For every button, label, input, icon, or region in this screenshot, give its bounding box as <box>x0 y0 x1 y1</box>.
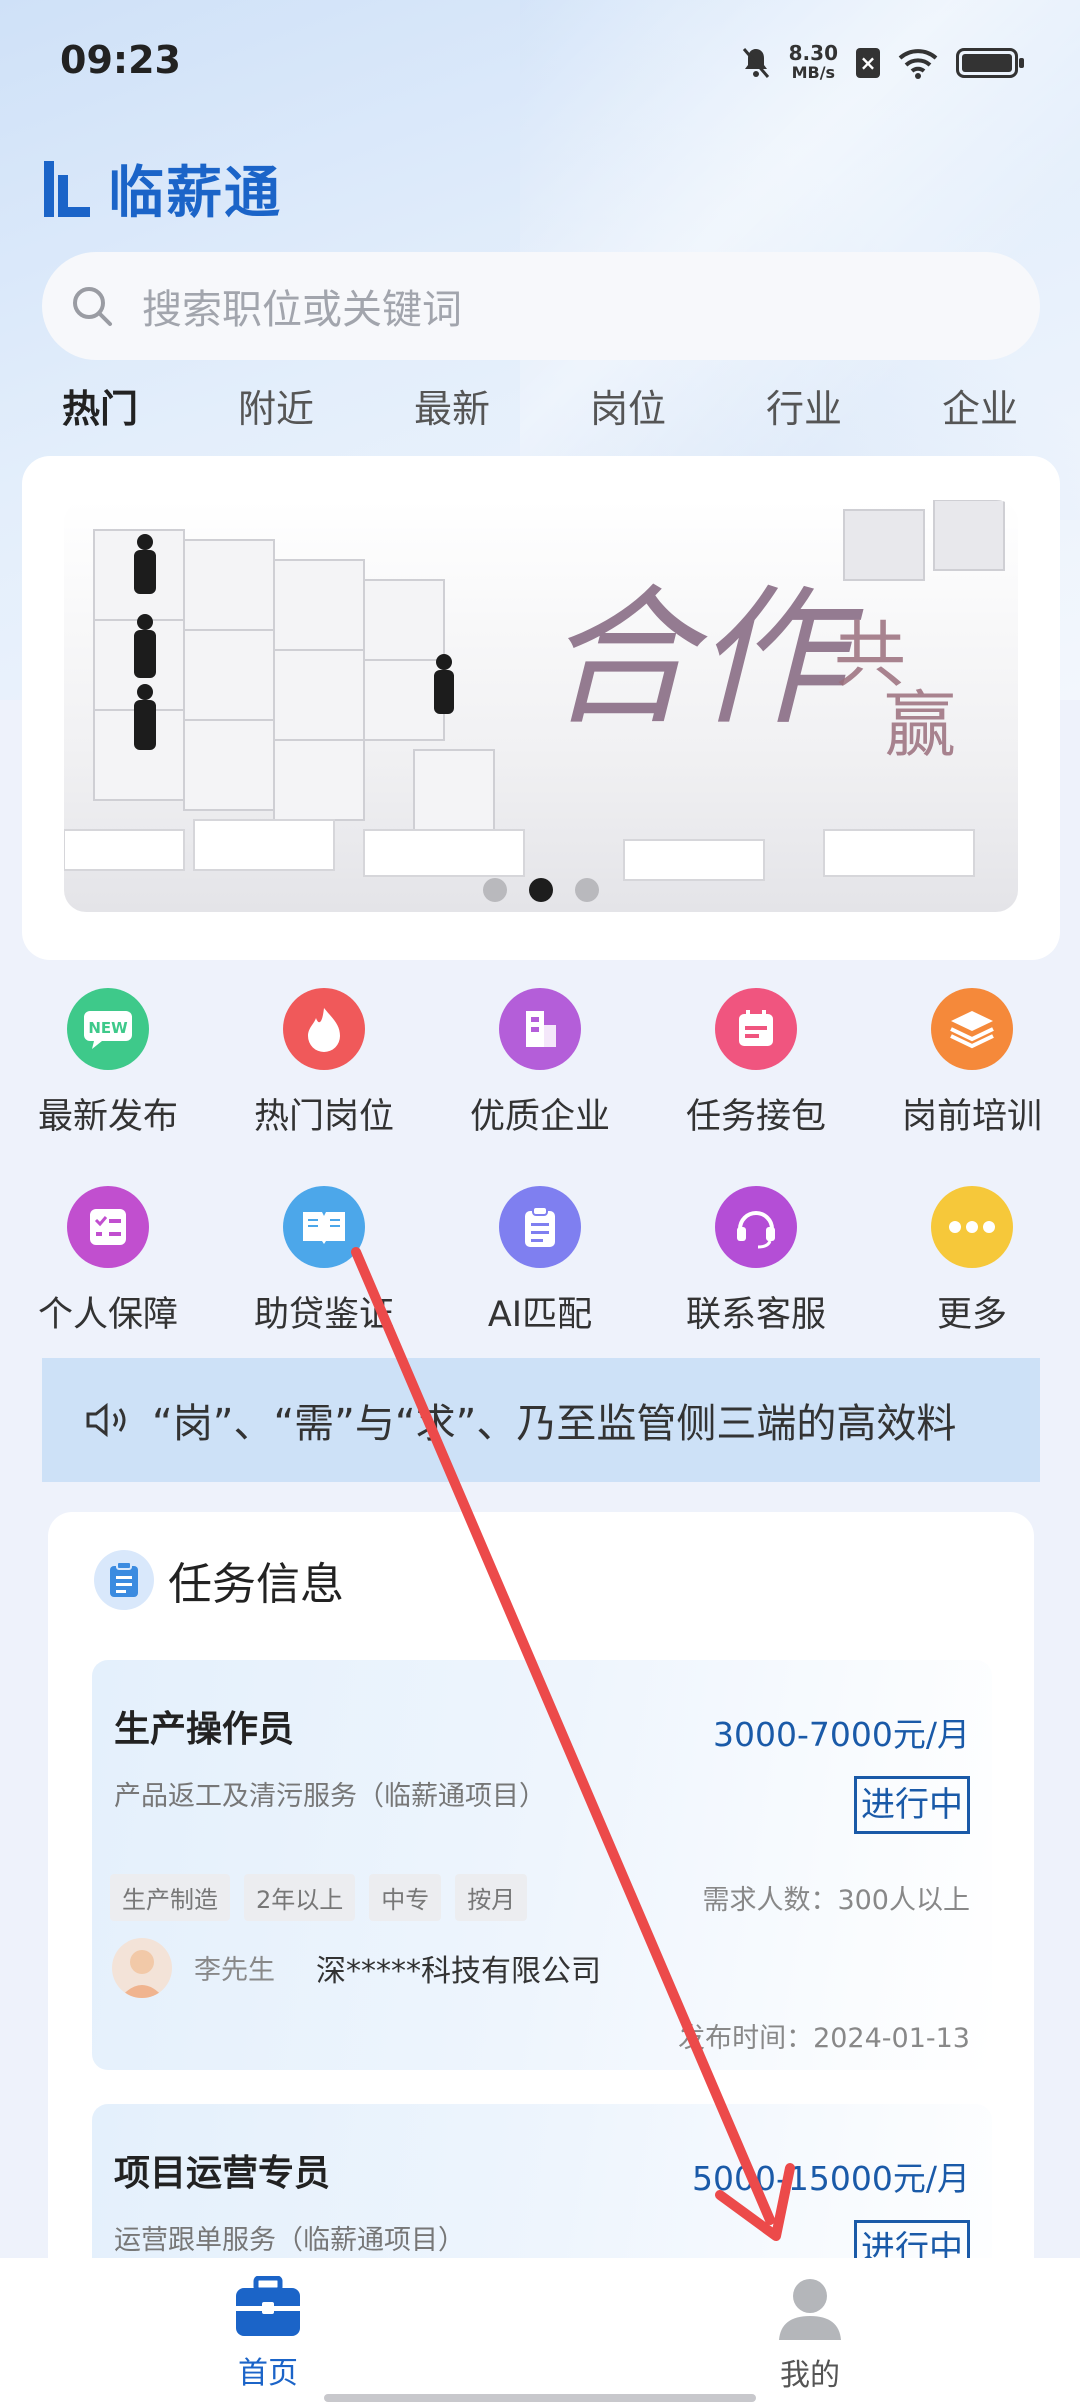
carousel-dot-active[interactable] <box>529 878 553 902</box>
menu-label: 助贷鉴证 <box>253 1295 394 1335</box>
svg-text:NEW: NEW <box>88 1019 128 1037</box>
status-time: 09:23 <box>60 38 181 82</box>
sim-off-icon: × <box>856 48 880 78</box>
menu-personal-protection[interactable]: 个人保障 <box>8 1186 208 1337</box>
job-subtitle: 运营跟单服务（临薪通项目） <box>114 2225 465 2256</box>
task-info-header: 任务信息 <box>94 1548 344 1612</box>
job-title: 生产操作员 <box>114 1709 295 1750</box>
puzzle-cooperation-illustration: 合作 共 赢 <box>64 500 1005 881</box>
tab-positions[interactable]: 岗位 <box>590 378 666 433</box>
home-indicator[interactable] <box>324 2394 756 2402</box>
status-bar: 09:23 8.30 MB/s × <box>0 0 1080 120</box>
menu-more[interactable]: 更多 <box>872 1186 1072 1337</box>
menu-label: 任务接包 <box>685 1097 826 1137</box>
job-publish-date: 发布时间：2024-01-13 <box>678 2023 970 2054</box>
notice-bar[interactable]: “岗”、“需”与“求”、乃至监管侧三端的高效料 <box>42 1358 1040 1482</box>
carousel-dots <box>64 878 1018 902</box>
nav-label: 首页 <box>238 2356 298 2391</box>
job-tag: 中专 <box>369 1874 442 1921</box>
speaker-icon <box>86 1402 126 1438</box>
carousel-dot[interactable] <box>483 878 507 902</box>
tab-industry[interactable]: 行业 <box>766 378 842 433</box>
banner-card: 合作 共 赢 <box>22 456 1060 960</box>
battery-icon <box>956 48 1024 78</box>
flame-icon <box>283 988 365 1070</box>
briefcase-icon <box>236 2275 300 2336</box>
job-tags: 生产制造 2年以上 中专 按月 <box>110 1874 528 1921</box>
svg-text:赢: 赢 <box>884 683 956 767</box>
job-tag: 2年以上 <box>244 1874 356 1921</box>
app-name: 临薪通 <box>108 161 282 226</box>
menu-label: 岗前培训 <box>901 1097 1042 1137</box>
job-card[interactable]: 生产操作员 3000-7000元/月 产品返工及清污服务（临薪通项目） 进行中 … <box>92 1660 992 2070</box>
tab-hot[interactable]: 热门 <box>62 378 138 433</box>
status-icons: 8.30 MB/s × <box>741 38 1024 88</box>
banner-carousel[interactable]: 合作 共 赢 <box>64 500 1018 912</box>
search-icon <box>73 287 112 326</box>
menu-latest-publish[interactable]: NEW 最新发布 <box>8 988 208 1139</box>
category-tabs: 热门 附近 最新 岗位 行业 企业 <box>0 378 1080 438</box>
tab-latest[interactable]: 最新 <box>414 378 490 433</box>
layers-icon <box>931 988 1013 1070</box>
menu-hot-positions[interactable]: 热门岗位 <box>224 988 424 1139</box>
menu-quality-companies[interactable]: 优质企业 <box>440 988 640 1139</box>
job-contact: 李先生 <box>194 1955 275 1986</box>
building-icon <box>499 988 581 1070</box>
job-company: 深*****科技有限公司 <box>316 1954 601 1989</box>
calendar-icon <box>715 988 797 1070</box>
nav-profile[interactable]: 我的 <box>730 2276 890 2394</box>
job-title: 项目运营专员 <box>114 2153 331 2194</box>
more-dots-icon <box>931 1186 1013 1268</box>
new-badge-icon: NEW <box>67 988 149 1070</box>
menu-label: AI匹配 <box>487 1295 593 1335</box>
nav-home[interactable]: 首页 <box>188 2275 348 2392</box>
tab-nearby[interactable]: 附近 <box>238 378 314 433</box>
tab-company[interactable]: 企业 <box>942 378 1018 433</box>
status-badge: 进行中 <box>854 1776 970 1834</box>
wifi-icon <box>898 49 938 79</box>
job-demand: 需求人数：300人以上 <box>702 1885 970 1916</box>
menu-label: 联系客服 <box>685 1295 826 1335</box>
avatar <box>112 1938 172 1998</box>
menu-label: 更多 <box>936 1295 1007 1335</box>
checklist-icon <box>67 1186 149 1268</box>
search-bar[interactable]: 搜索职位或关键词 <box>42 252 1040 360</box>
mute-icon <box>742 48 769 78</box>
notice-text: “岗”、“需”与“求”、乃至监管侧三端的高效料 <box>152 1401 957 1447</box>
job-salary: 5000-15000元/月 <box>692 2159 970 2198</box>
bottom-nav: 首页 我的 <box>0 2258 1080 2408</box>
menu-loan-verification[interactable]: 助贷鉴证 <box>224 1186 424 1337</box>
net-speed: 8.30 MB/s <box>788 41 838 82</box>
menu-ai-match[interactable]: AI匹配 <box>440 1186 640 1337</box>
book-icon <box>283 1186 365 1268</box>
nav-label: 我的 <box>780 2358 840 2393</box>
task-clipboard-icon <box>94 1550 154 1610</box>
app-logo: 临薪通 <box>44 148 282 229</box>
menu-label: 优质企业 <box>469 1097 610 1137</box>
svg-text:合作: 合作 <box>544 572 864 746</box>
menu-label: 最新发布 <box>37 1097 178 1137</box>
menu-label: 个人保障 <box>37 1295 178 1335</box>
menu-customer-service[interactable]: 联系客服 <box>656 1186 856 1337</box>
task-info-title: 任务信息 <box>168 1559 344 1610</box>
user-icon <box>779 2279 841 2340</box>
menu-pre-job-training[interactable]: 岗前培训 <box>872 988 1072 1139</box>
menu-task-contract[interactable]: 任务接包 <box>656 988 856 1139</box>
menu-label: 热门岗位 <box>253 1097 394 1137</box>
job-tag: 按月 <box>455 1874 528 1921</box>
headset-icon <box>715 1186 797 1268</box>
clipboard-icon <box>499 1186 581 1268</box>
logo-mark-icon <box>44 160 90 217</box>
job-tag: 生产制造 <box>110 1874 230 1921</box>
search-placeholder: 搜索职位或关键词 <box>142 287 462 333</box>
job-subtitle: 产品返工及清污服务（临薪通项目） <box>114 1781 546 1812</box>
carousel-dot[interactable] <box>575 878 599 902</box>
job-salary: 3000-7000元/月 <box>713 1715 970 1754</box>
